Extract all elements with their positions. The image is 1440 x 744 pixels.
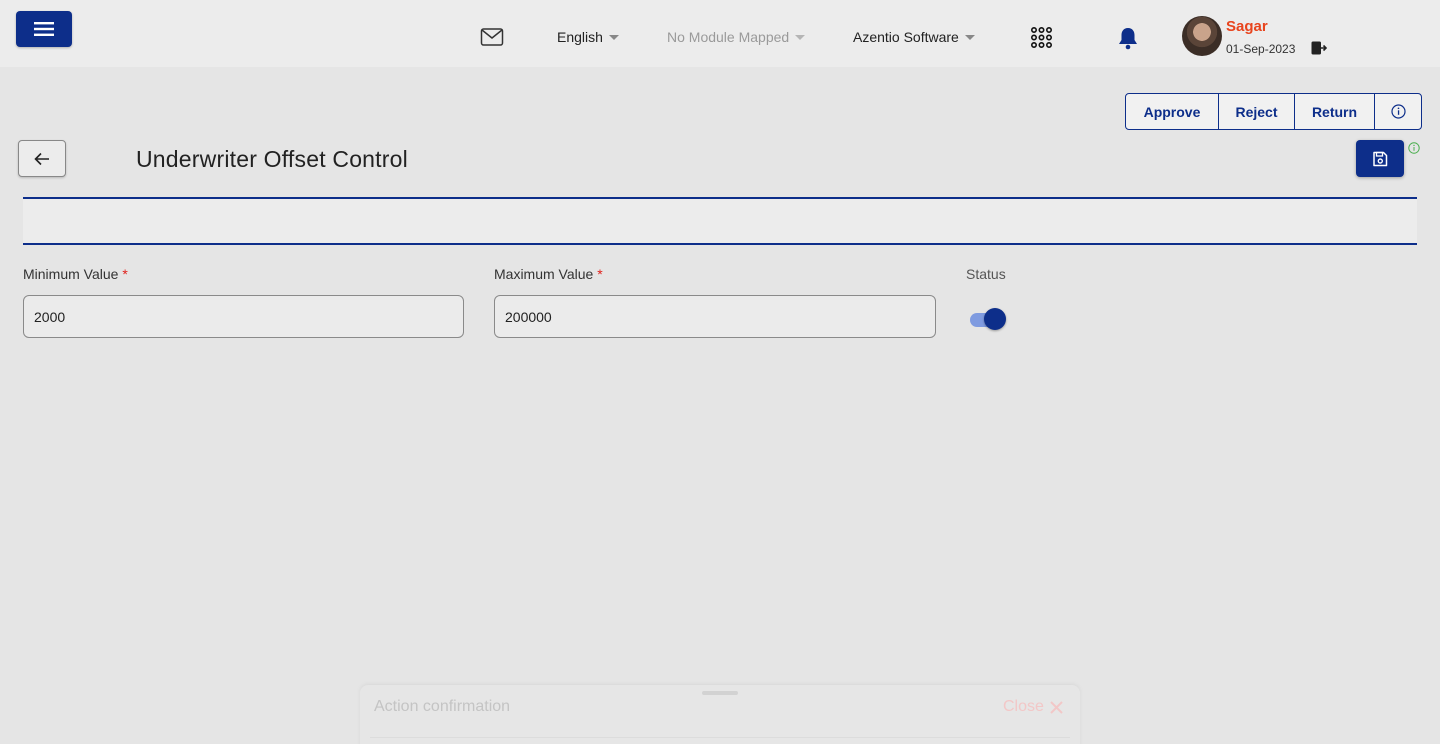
top-bar: English No Module Mapped Azentio Softwar…: [0, 0, 1440, 67]
close-button[interactable]: Close: [1003, 698, 1063, 716]
save-icon: [1373, 151, 1388, 166]
status-label: Status: [966, 266, 1006, 282]
chevron-down-icon: [608, 34, 619, 40]
toggle-knob: [984, 308, 1006, 330]
close-icon: [1050, 700, 1063, 714]
avatar[interactable]: [1182, 16, 1222, 56]
module-dropdown[interactable]: No Module Mapped: [667, 29, 806, 45]
language-dropdown[interactable]: English: [557, 29, 619, 45]
required-marker: *: [122, 266, 128, 282]
mail-icon[interactable]: [480, 26, 504, 48]
hamburger-icon: [34, 22, 54, 36]
organization-value: Azentio Software: [853, 29, 959, 45]
save-button[interactable]: [1356, 140, 1404, 177]
logout-icon[interactable]: [1311, 41, 1327, 55]
info-icon: [1390, 104, 1406, 119]
maximum-value-input[interactable]: [494, 295, 936, 338]
arrow-left-icon: [34, 152, 49, 165]
page-title: Underwriter Offset Control: [136, 146, 408, 172]
apps-grid-icon[interactable]: [1031, 27, 1052, 48]
chevron-down-icon: [964, 34, 975, 40]
info-icon[interactable]: [1408, 142, 1420, 154]
return-button[interactable]: Return: [1295, 94, 1375, 129]
module-value: No Module Mapped: [667, 29, 790, 45]
reject-button[interactable]: Reject: [1219, 94, 1295, 129]
required-marker: *: [597, 266, 603, 282]
divider: [370, 737, 1070, 738]
workflow-action-group: Approve Reject Return: [1125, 93, 1422, 130]
minimum-value-label-text: Minimum Value: [23, 266, 119, 282]
sheet-title: Action confirmation: [374, 698, 511, 715]
info-button[interactable]: [1375, 94, 1421, 129]
minimum-value-input[interactable]: [23, 295, 464, 338]
bell-icon[interactable]: [1117, 26, 1139, 50]
chevron-down-icon: [795, 34, 806, 40]
organization-dropdown[interactable]: Azentio Software: [853, 29, 975, 45]
user-date: 01-Sep-2023: [1226, 42, 1296, 56]
approve-button[interactable]: Approve: [1126, 94, 1219, 129]
action-confirmation-sheet: Action confirmation Close: [360, 685, 1080, 744]
maximum-value-label: Maximum Value *: [494, 266, 603, 282]
minimum-value-label: Minimum Value *: [23, 266, 128, 282]
status-toggle[interactable]: [968, 307, 1008, 331]
menu-button[interactable]: [16, 11, 72, 47]
section-header-band: [23, 197, 1417, 245]
user-name: Sagar: [1226, 18, 1268, 35]
language-value: English: [557, 29, 603, 45]
back-button[interactable]: [18, 140, 66, 177]
close-label: Close: [1003, 698, 1044, 715]
drag-handle[interactable]: [702, 691, 738, 695]
maximum-value-label-text: Maximum Value: [494, 266, 594, 282]
